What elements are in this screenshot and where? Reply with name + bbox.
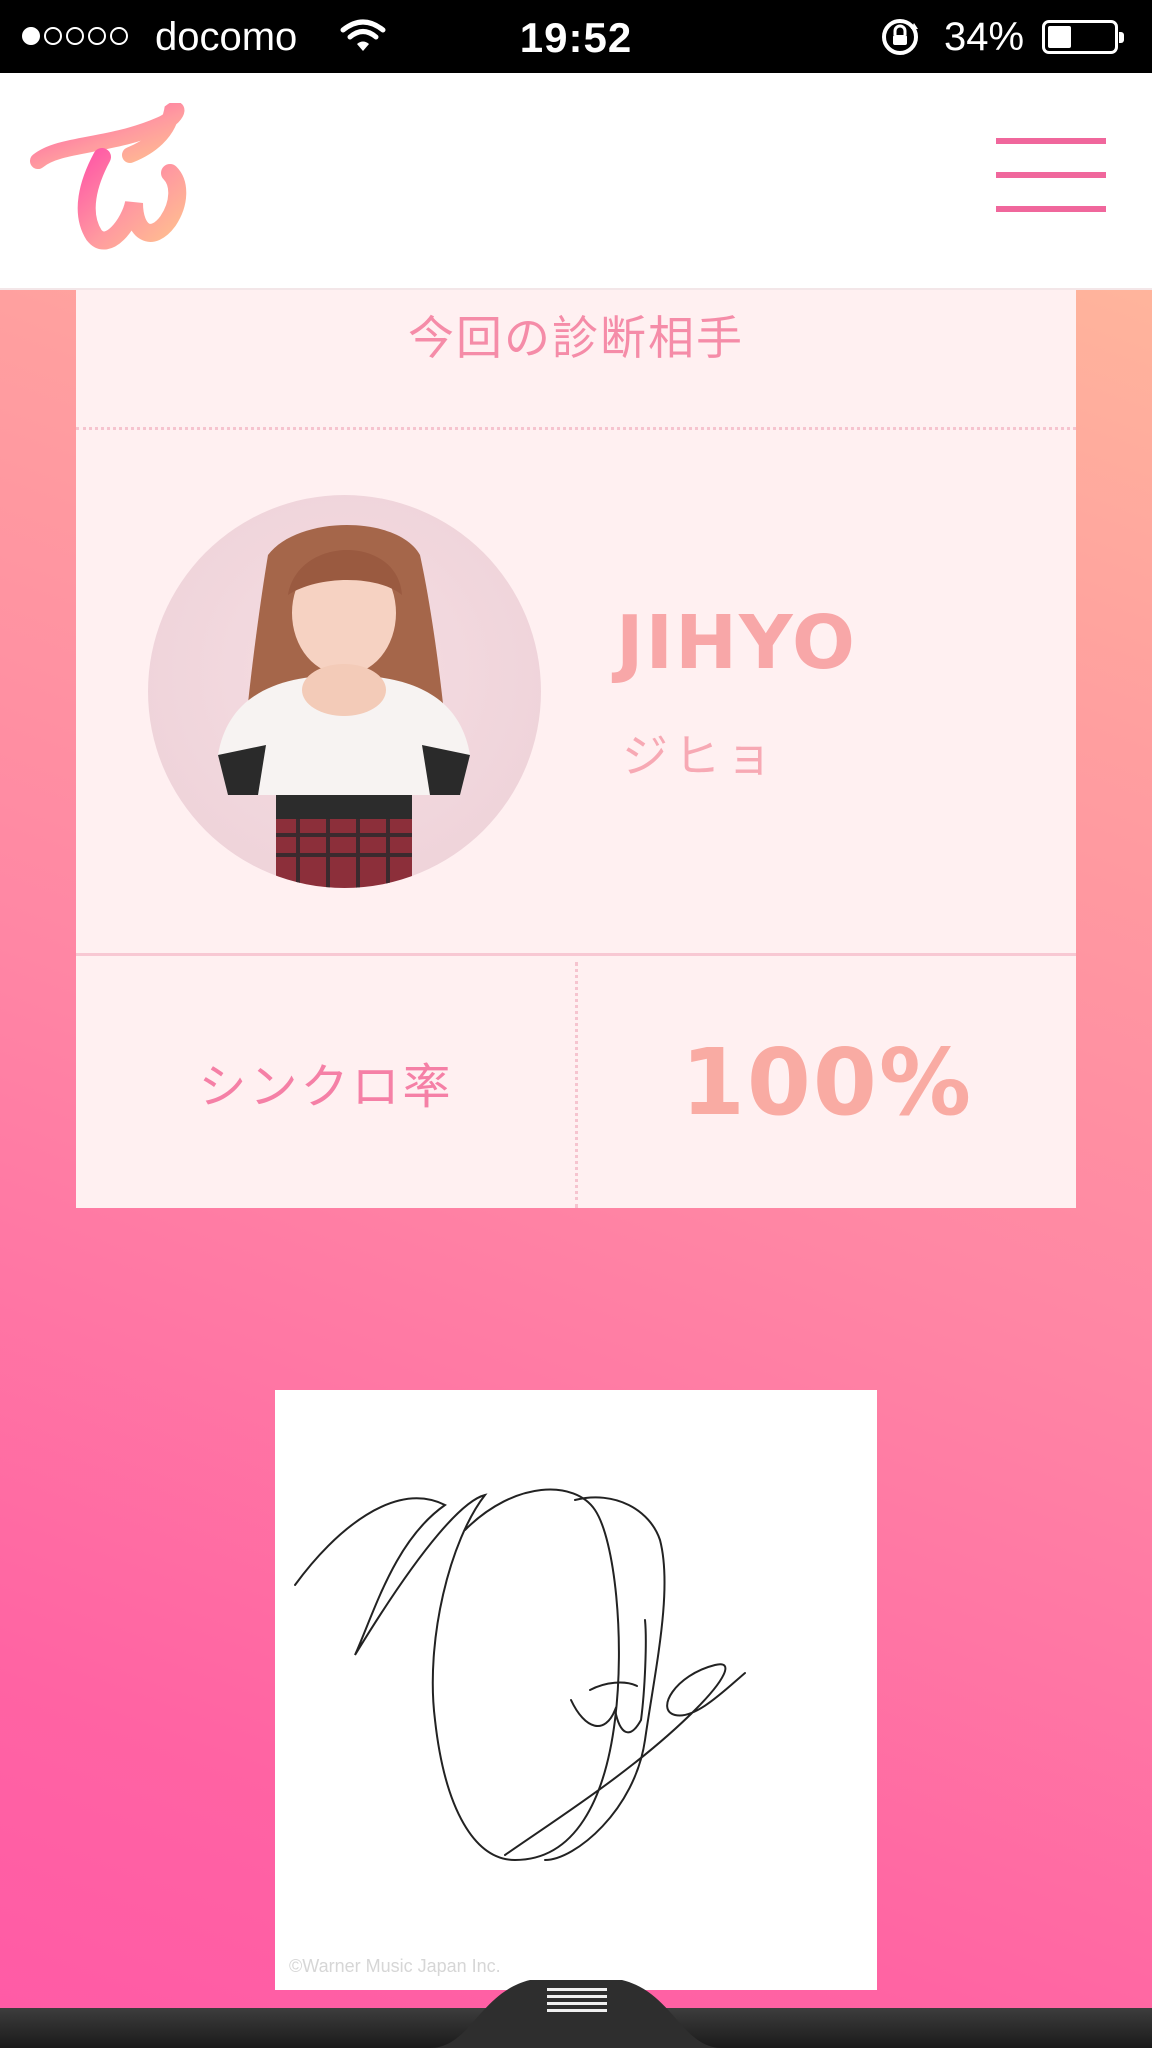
grip-icon xyxy=(547,1988,607,2016)
rotation-lock-icon xyxy=(882,19,918,55)
sync-rate-label: シンクロ率 xyxy=(198,1059,454,1115)
member-name-en: JIHYO xyxy=(616,600,857,686)
signature-drawing xyxy=(294,1488,746,1862)
member-avatar xyxy=(148,495,541,888)
member-photo xyxy=(218,525,470,888)
battery-icon xyxy=(1042,20,1124,54)
member-name-ja: ジヒョ xyxy=(622,729,778,783)
twice-logo-icon[interactable] xyxy=(30,103,200,253)
sync-rate-value: 100% xyxy=(680,1028,974,1136)
autograph-image: ©Warner Music Japan Inc. xyxy=(275,1390,877,1990)
hamburger-menu-icon xyxy=(996,138,1106,144)
status-bar: docomo 19:52 34% xyxy=(0,0,1152,73)
battery-percentage: 34% xyxy=(944,15,1025,59)
hamburger-menu-button[interactable] xyxy=(996,138,1106,218)
result-card: 今回の診断相手 JIHYO ジヒョ シンクロ率 100% xyxy=(76,290,1076,1208)
card-title: 今回の診断相手 xyxy=(76,290,1076,430)
site-header xyxy=(0,73,1152,290)
